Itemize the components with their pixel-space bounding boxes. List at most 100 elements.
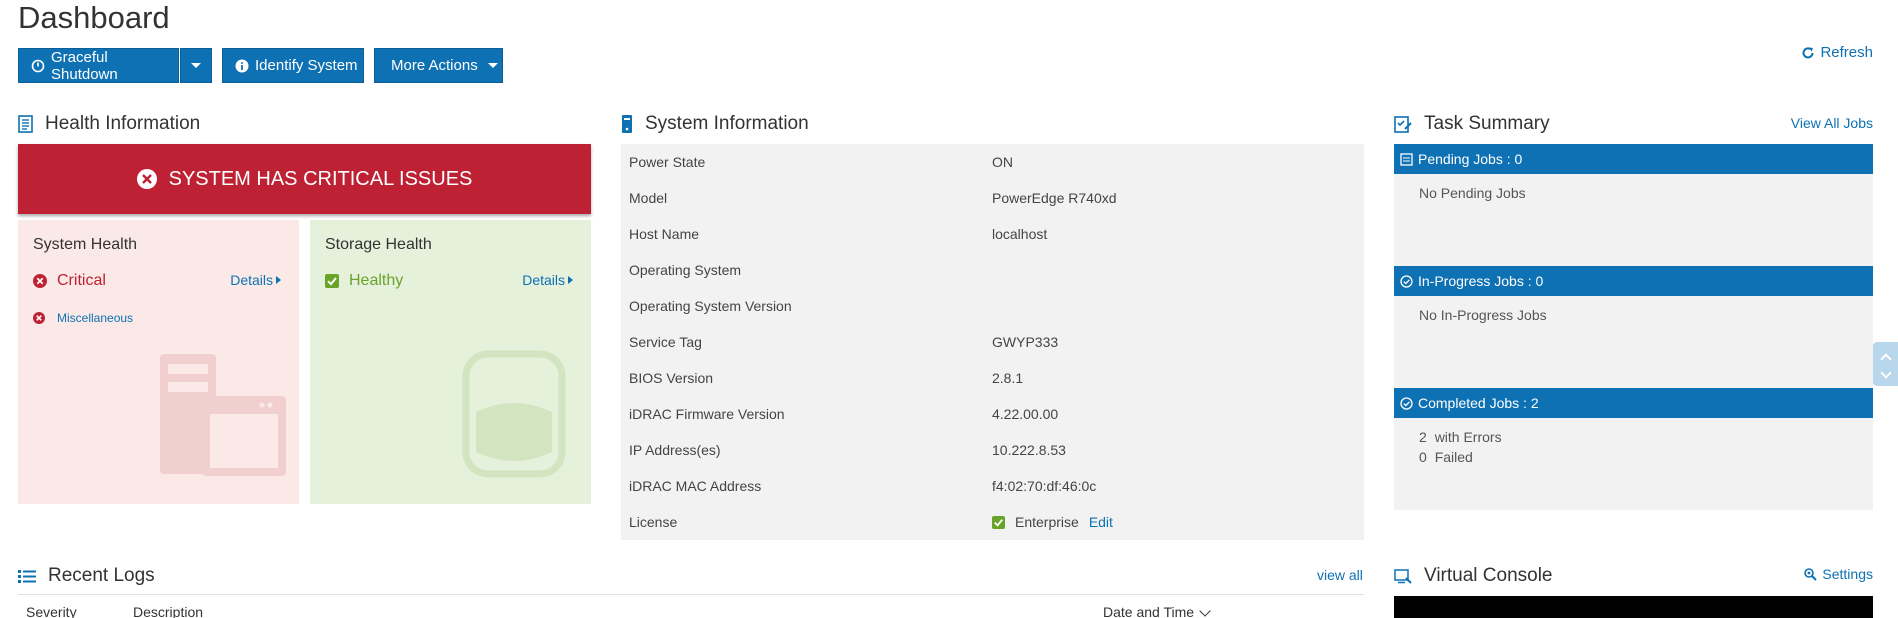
chevron-down-icon: [191, 63, 201, 68]
storage-health-card: Storage Health Healthy Details: [310, 220, 591, 504]
check-circle-icon: [1400, 274, 1413, 288]
document-icon: [18, 115, 33, 133]
storage-health-details-link[interactable]: Details: [522, 272, 573, 288]
system-information-label: System Information: [645, 113, 809, 134]
scroll-arrows-button[interactable]: [1873, 342, 1898, 386]
more-actions-button[interactable]: More Actions: [374, 48, 503, 83]
system-information-table: Power State ON Model PowerEdge R740xd Ho…: [621, 144, 1364, 540]
calendar-icon: [1400, 152, 1413, 166]
system-health-details-link[interactable]: Details: [230, 272, 281, 288]
details-label: Details: [230, 272, 273, 288]
sysinfo-label: iDRAC MAC Address: [629, 478, 762, 494]
disk-watermark-icon: [462, 350, 566, 481]
sysinfo-label: Host Name: [629, 226, 700, 242]
recent-logs-label: Recent Logs: [48, 565, 155, 586]
error-circle-icon: [33, 274, 47, 288]
chevron-down-icon: [1879, 367, 1892, 379]
sysinfo-row-power-state: Power State ON: [621, 144, 1364, 180]
sysinfo-label: License: [629, 514, 678, 530]
details-label: Details: [522, 272, 565, 288]
failed-count: 0: [1419, 449, 1427, 465]
critical-issues-banner: SYSTEM HAS CRITICAL ISSUES: [18, 144, 591, 214]
critical-issues-text: SYSTEM HAS CRITICAL ISSUES: [168, 167, 473, 190]
list-icon: [18, 569, 36, 584]
miscellaneous-label: Miscellaneous: [57, 311, 134, 325]
sysinfo-row-host-name: Host Name localhost: [621, 216, 1364, 252]
console-settings-link[interactable]: Settings: [1803, 566, 1873, 582]
description-column-header[interactable]: Description: [133, 604, 203, 618]
health-information-title: Health Information: [18, 113, 200, 135]
task-summary-title: Task Summary: [1394, 113, 1550, 135]
sysinfo-row-service-tag: Service Tag GWYP333: [621, 324, 1364, 360]
info-icon: [235, 59, 249, 73]
error-circle-icon: [136, 169, 157, 189]
sysinfo-row-ip-addresses: IP Address(es) 10.222.8.53: [621, 432, 1364, 468]
sysinfo-value: PowerEdge R740xd: [992, 190, 1117, 206]
errors-label: with Errors: [1434, 429, 1502, 445]
chevron-down-icon: [1199, 604, 1211, 617]
sysinfo-label: Operating System: [629, 262, 742, 278]
system-health-card: System Health Critical Details Miscellan…: [18, 220, 299, 504]
sysinfo-row-model: Model PowerEdge R740xd: [621, 180, 1364, 216]
sysinfo-label: IP Address(es): [629, 442, 721, 458]
system-information-title: System Information: [621, 113, 809, 135]
graceful-shutdown-dropdown[interactable]: [180, 48, 212, 83]
sysinfo-value: 2.8.1: [992, 370, 1024, 386]
graceful-shutdown-button[interactable]: Graceful Shutdown: [18, 48, 179, 83]
sysinfo-value: 10.222.8.53: [992, 442, 1066, 458]
license-edit-link[interactable]: Edit: [1089, 514, 1113, 530]
storage-health-status: Healthy: [325, 272, 403, 290]
power-icon: [31, 59, 45, 73]
in-progress-jobs-header[interactable]: In-Progress Jobs : 0: [1394, 266, 1873, 296]
storage-health-title: Storage Health: [325, 236, 432, 253]
failed-label: Failed: [1434, 449, 1473, 465]
identify-system-button[interactable]: Identify System: [222, 48, 364, 83]
pending-jobs-header[interactable]: Pending Jobs : 0: [1394, 144, 1873, 174]
system-health-status-label: Critical: [57, 272, 106, 289]
identify-system-label: Identify System: [255, 57, 358, 74]
pending-jobs-text: No Pending Jobs: [1419, 185, 1526, 201]
error-circle-icon: [33, 312, 45, 324]
page-title: Dashboard: [18, 0, 170, 35]
settings-icon: [1803, 567, 1818, 581]
virtual-console-label: Virtual Console: [1424, 565, 1553, 586]
refresh-button[interactable]: Refresh: [1801, 44, 1873, 61]
check-box-icon: [992, 515, 1005, 529]
chevron-down-icon: [487, 63, 498, 68]
in-progress-jobs-body: No In-Progress Jobs: [1394, 296, 1873, 388]
settings-label: Settings: [1822, 566, 1873, 582]
completed-jobs-body: 2 with Errors 0 Failed: [1394, 418, 1873, 510]
completed-failed: 0 Failed: [1419, 449, 1473, 465]
recent-logs-title: Recent Logs: [18, 565, 155, 587]
view-all-logs-link[interactable]: view all: [1317, 567, 1363, 583]
sysinfo-row-os-version: Operating System Version: [621, 288, 1364, 324]
graceful-shutdown-label: Graceful Shutdown: [51, 48, 118, 83]
sysinfo-row-bios-version: BIOS Version 2.8.1: [621, 360, 1364, 396]
sysinfo-label: Power State: [629, 154, 706, 170]
server-watermark-icon: [158, 352, 288, 480]
sysinfo-row-idrac-mac: iDRAC MAC Address f4:02:70:df:46:0c: [621, 468, 1364, 504]
pending-jobs-body: No Pending Jobs: [1394, 174, 1873, 266]
miscellaneous-link[interactable]: Miscellaneous: [33, 311, 133, 325]
storage-health-status-label: Healthy: [349, 272, 404, 289]
virtual-console-title: Virtual Console: [1394, 565, 1553, 587]
logs-divider: [18, 594, 1364, 595]
license-value: Enterprise: [1015, 514, 1079, 530]
sysinfo-row-idrac-firmware: iDRAC Firmware Version 4.22.00.00: [621, 396, 1364, 432]
sysinfo-value: f4:02:70:df:46:0c: [992, 478, 1097, 494]
datetime-column-header[interactable]: Date and Time: [1103, 604, 1211, 618]
chevron-right-icon: [568, 276, 573, 284]
sysinfo-label: BIOS Version: [629, 370, 714, 386]
completed-jobs-header[interactable]: Completed Jobs : 2: [1394, 388, 1873, 418]
health-information-label: Health Information: [45, 113, 201, 134]
task-list-icon: [1394, 115, 1412, 133]
server-icon: [621, 114, 633, 134]
completed-with-errors: 2 with Errors: [1419, 429, 1502, 445]
sysinfo-value: localhost: [992, 226, 1048, 242]
errors-count: 2: [1419, 429, 1427, 445]
view-all-jobs-link[interactable]: View All Jobs: [1791, 115, 1873, 131]
severity-column-header[interactable]: Severity: [26, 604, 77, 618]
pending-jobs-header-label: Pending Jobs : 0: [1418, 151, 1523, 167]
virtual-console-preview[interactable]: [1394, 596, 1873, 618]
monitor-icon: [1394, 568, 1412, 584]
